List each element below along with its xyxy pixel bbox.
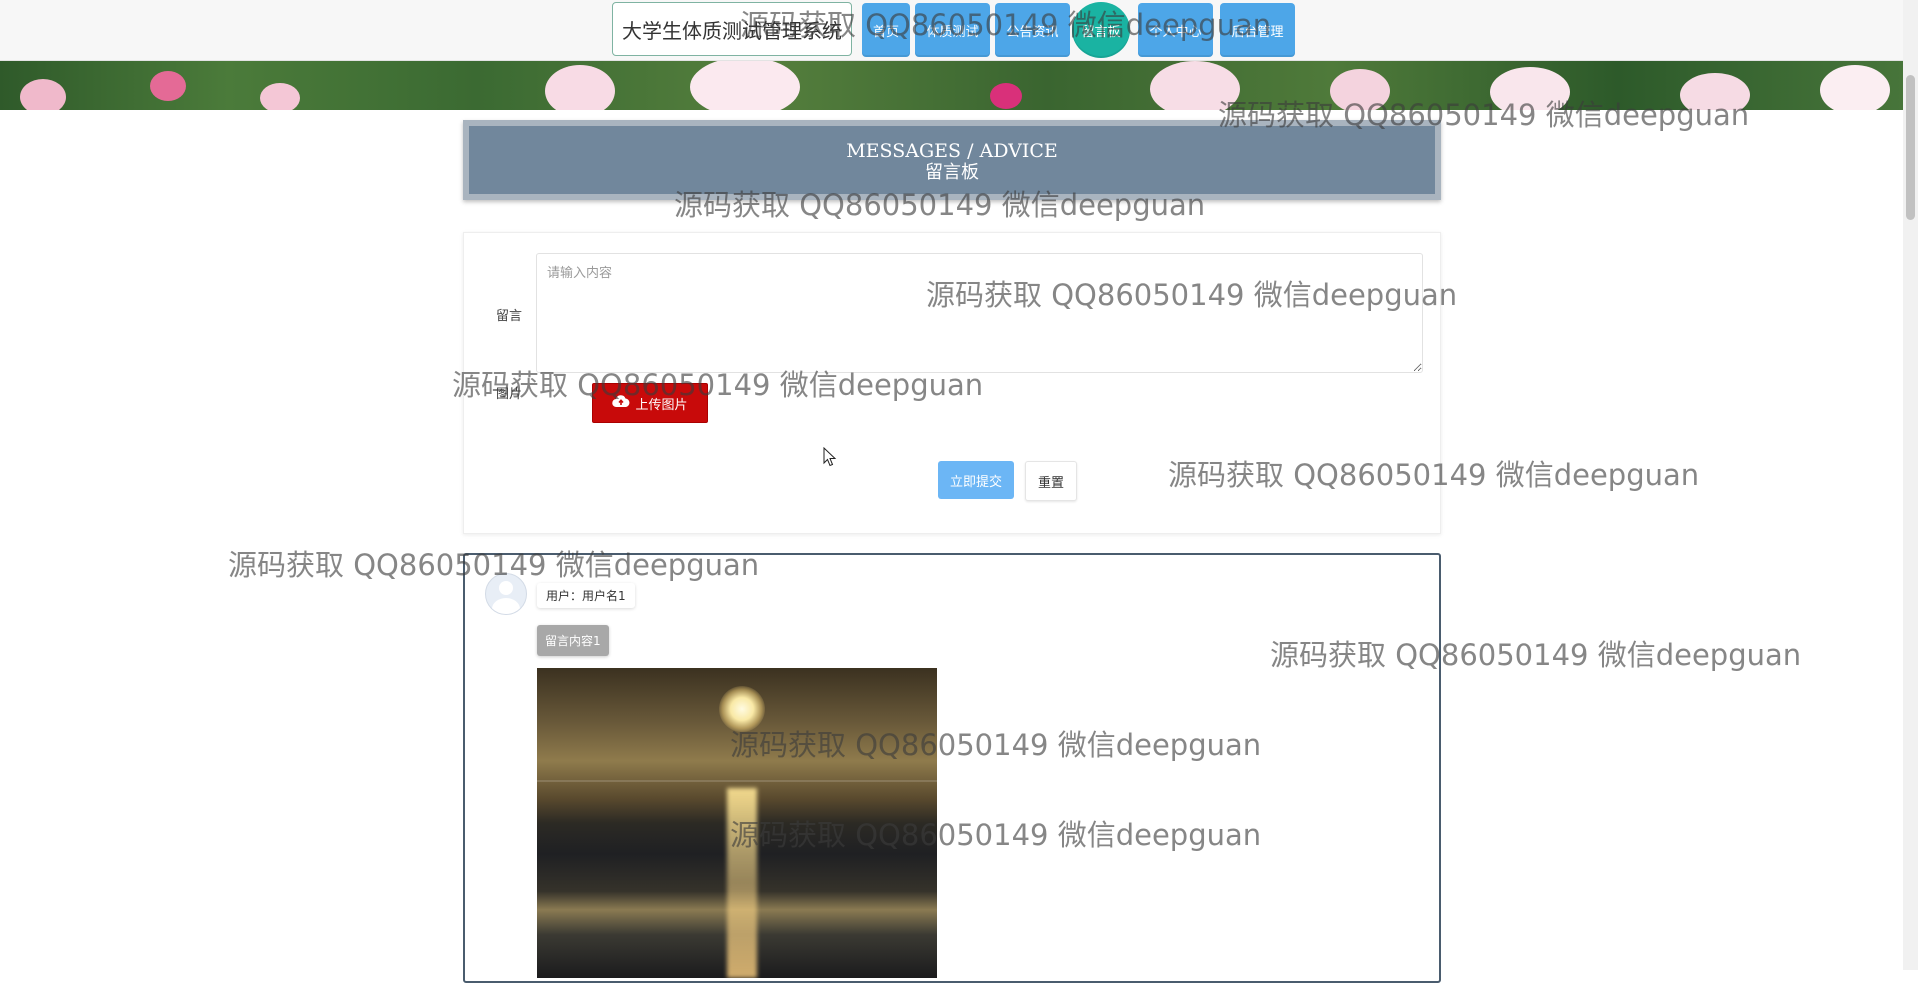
reset-button[interactable]: 重置 <box>1025 461 1077 501</box>
page-title-cn: 留言板 <box>925 162 979 183</box>
nav-personal-center[interactable]: 个人中心 <box>1138 3 1213 57</box>
user-avatar-icon <box>485 573 527 615</box>
message-label: 留言 <box>496 309 523 324</box>
message-image-sunset <box>537 668 937 978</box>
submit-button[interactable]: 立即提交 <box>938 461 1014 499</box>
message-list-item: 用户：用户名1 留言内容1 <box>463 553 1441 983</box>
nav-home[interactable]: 首页 <box>862 3 910 57</box>
page-title-en: MESSAGES / ADVICE <box>846 140 1058 162</box>
system-brand-title[interactable]: 大学生体质测试管理系统 <box>612 2 852 56</box>
flower-banner-image <box>0 61 1903 110</box>
nav-admin[interactable]: 后台管理 <box>1220 3 1295 57</box>
scrollbar-thumb[interactable] <box>1906 75 1915 220</box>
nav-physical-test[interactable]: 体质测试 <box>915 3 990 57</box>
message-form-card: 留言 图片 上传图片 立即提交 重置 <box>463 232 1441 534</box>
nav-announcements[interactable]: 公告资讯 <box>995 3 1070 57</box>
image-label: 图片 <box>496 387 523 402</box>
cloud-upload-icon <box>612 394 630 412</box>
nav-message-board[interactable]: 留言板 <box>1072 2 1130 58</box>
message-username: 用户：用户名1 <box>537 583 635 608</box>
upload-image-button[interactable]: 上传图片 <box>592 383 708 423</box>
upload-image-label: 上传图片 <box>635 397 688 413</box>
top-navbar: 大学生体质测试管理系统 首页 体质测试 公告资讯 留言板 个人中心 后台管理 <box>0 0 1903 61</box>
message-board-title-panel: MESSAGES / ADVICE 留言板 <box>463 120 1441 200</box>
message-content: 留言内容1 <box>537 625 609 656</box>
message-textarea[interactable] <box>536 253 1423 373</box>
page-scrollbar[interactable] <box>1903 0 1918 970</box>
